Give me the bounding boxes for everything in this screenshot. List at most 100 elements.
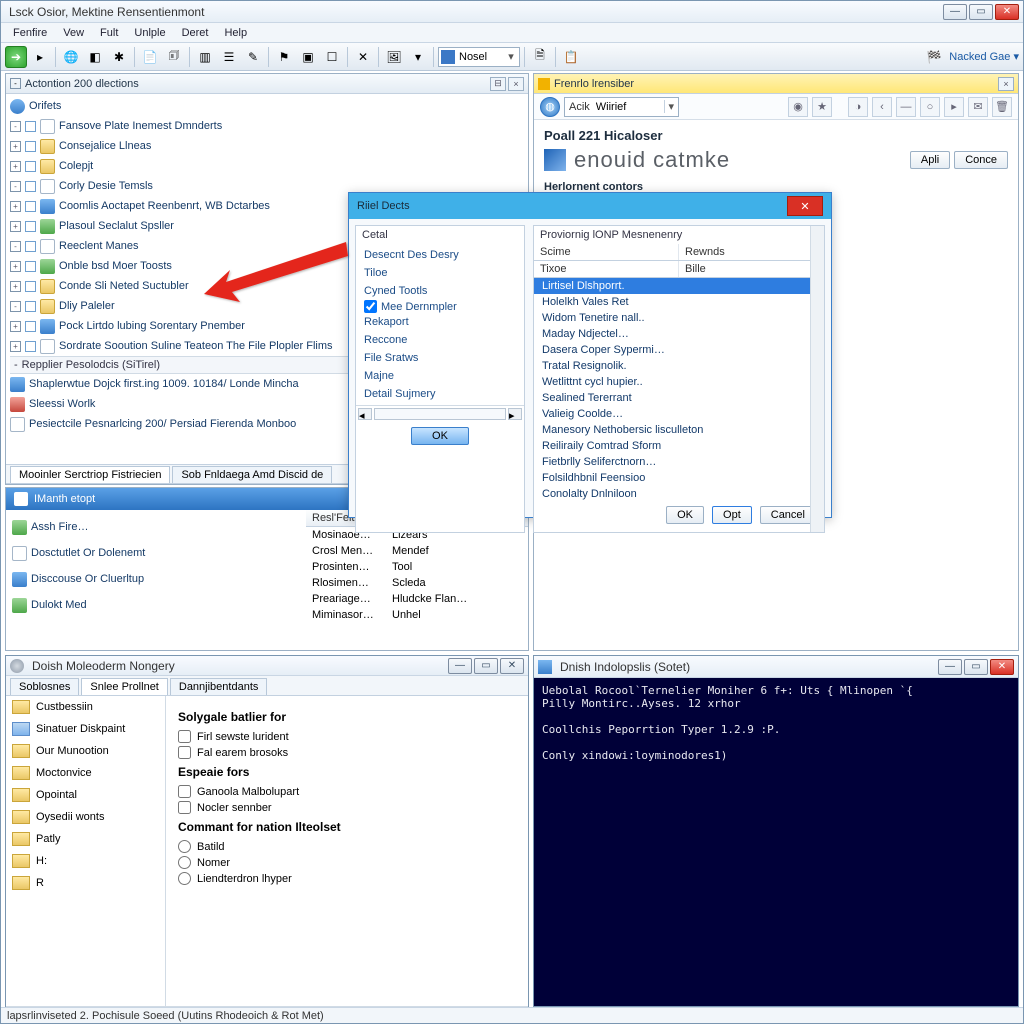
tree-checkbox[interactable]: [25, 281, 36, 292]
right-tool-flag-icon[interactable]: 🏁: [923, 46, 945, 68]
grid-row[interactable]: Preariage… Hludcke Flan…: [306, 591, 528, 607]
check-3[interactable]: Ganoola Malbolupart: [178, 785, 516, 798]
globe-icon[interactable]: ◍: [540, 97, 560, 117]
subwin-min-button[interactable]: —: [448, 658, 472, 674]
tool-icon-6[interactable]: 📄: [139, 46, 161, 68]
modal-left-item[interactable]: Tiloe: [364, 264, 516, 282]
modal-list-item[interactable]: Manesory Nethobersic lisculleton: [534, 422, 824, 438]
terminal[interactable]: Uebolal Rocool`Ternelier Moniher 6 f+: U…: [534, 678, 1018, 768]
check-4[interactable]: Nocler sennber: [178, 801, 516, 814]
tree-checkbox[interactable]: [25, 161, 36, 172]
menu-unple[interactable]: Unlple: [128, 25, 171, 41]
modal-left-item[interactable]: Cyned Tootls: [364, 282, 516, 300]
modal-col-1[interactable]: Scime: [534, 244, 679, 260]
tree-root[interactable]: Orifets: [29, 100, 61, 112]
nav-fwd-icon[interactable]: —: [896, 97, 916, 117]
modal-left-item[interactable]: Desecnt Des Desry: [364, 246, 516, 264]
tree-checkbox[interactable]: [25, 221, 36, 232]
sublist-item[interactable]: Custbessiin: [6, 696, 165, 718]
left-pane-pin-icon[interactable]: ⊟: [490, 77, 506, 91]
console-min-button[interactable]: —: [938, 659, 962, 675]
modal-col-2[interactable]: Rewnds: [679, 244, 824, 260]
tool-go-icon[interactable]: ➔: [5, 46, 27, 68]
nav-mail-icon[interactable]: ✉: [968, 97, 988, 117]
sublist-item[interactable]: Oysedii wonts: [6, 806, 165, 828]
tree-checkbox[interactable]: [25, 121, 36, 132]
tool-icon-2[interactable]: ▸: [29, 46, 51, 68]
radio-1[interactable]: Batild: [178, 840, 516, 853]
tree-expander-icon[interactable]: +: [10, 281, 21, 292]
modal-left-item[interactable]: Detail Sujmery: [364, 385, 516, 403]
tree-expander-icon[interactable]: +: [10, 141, 21, 152]
tree-expander-icon[interactable]: +: [10, 341, 21, 352]
addr-input[interactable]: [594, 101, 664, 113]
right-tab[interactable]: Frenrlo lrensiber: [554, 78, 996, 90]
modal-list-item[interactable]: Maday Ndjectel…: [534, 326, 824, 342]
grid-row[interactable]: Prosinten… Tool: [306, 559, 528, 575]
sub-tab-2[interactable]: Snlee Prollnet: [81, 678, 168, 695]
tree-expander-icon[interactable]: -: [10, 301, 21, 312]
check-1[interactable]: Firl sewste lurident: [178, 730, 516, 743]
modal-left-item[interactable]: Majne: [364, 367, 516, 385]
console-max-button[interactable]: ▭: [964, 659, 988, 675]
main-maximize-button[interactable]: ▭: [969, 4, 993, 20]
modal-list-item[interactable]: Lirtisel Dlshporrt.: [534, 278, 824, 294]
select-dropdown-icon[interactable]: ▾: [505, 50, 517, 63]
sublist-item[interactable]: H:: [6, 850, 165, 872]
tool-icon-8[interactable]: ▥: [194, 46, 216, 68]
grid-row[interactable]: Crosl Men… Mendef: [306, 543, 528, 559]
tree-expander-icon[interactable]: +: [10, 321, 21, 332]
modal-list-item[interactable]: Holelkh Vales Ret: [534, 294, 824, 310]
modal-opt-button[interactable]: Opt: [712, 506, 752, 524]
subwin-close-button[interactable]: ✕: [500, 658, 524, 674]
tree-checkbox[interactable]: [25, 341, 36, 352]
modal-left-check[interactable]: Mee Dernmpler: [364, 300, 516, 313]
tree-checkbox[interactable]: [25, 241, 36, 252]
tool-icon-15[interactable]: 🖼: [383, 46, 405, 68]
tool-icon-12[interactable]: ▣: [297, 46, 319, 68]
tree-checkbox[interactable]: [25, 141, 36, 152]
modal-list-item[interactable]: Tratal Resignolik.: [534, 358, 824, 374]
main-minimize-button[interactable]: —: [943, 4, 967, 20]
modal-close-button[interactable]: ✕: [787, 196, 823, 216]
menu-help[interactable]: Help: [218, 25, 253, 41]
addr-dropdown-icon[interactable]: ▾: [664, 100, 678, 113]
right-tool-label[interactable]: Nacked Gae ▾: [949, 50, 1019, 63]
modal-list[interactable]: Lirtisel Dlshporrt.Holelkh Vales RetWido…: [534, 278, 824, 502]
modal-left-item[interactable]: File Sratws: [364, 349, 516, 367]
tool-icon-13[interactable]: ☐: [321, 46, 343, 68]
subwin-max-button[interactable]: ▭: [474, 658, 498, 674]
tree-checkbox[interactable]: [25, 181, 36, 192]
tool-icon-9[interactable]: ☰: [218, 46, 240, 68]
right-tab-close-icon[interactable]: ×: [998, 77, 1014, 91]
tool-icon-11[interactable]: ⚑: [273, 46, 295, 68]
tree-checkbox[interactable]: [25, 201, 36, 212]
nav-play-icon[interactable]: ▸: [944, 97, 964, 117]
menu-fult[interactable]: Fult: [94, 25, 124, 41]
nav-ref-icon[interactable]: ○: [920, 97, 940, 117]
modal-col-3[interactable]: Tixoe: [534, 261, 679, 277]
modal-list-item[interactable]: Dasera Coper Sypermi…: [534, 342, 824, 358]
tree-expander-icon[interactable]: +: [10, 261, 21, 272]
tree-expander-icon[interactable]: -: [10, 241, 21, 252]
nav-record-icon[interactable]: ◉: [788, 97, 808, 117]
tree-expander-icon[interactable]: +: [10, 161, 21, 172]
menu-fenfire[interactable]: Fenfire: [7, 25, 53, 41]
modal-list-item[interactable]: Folsildhbnil Feensioo: [534, 470, 824, 486]
nav-back-icon[interactable]: ‹: [872, 97, 892, 117]
sublist-item[interactable]: Opointal: [6, 784, 165, 806]
tree-item[interactable]: - Fansove Plate Inemest Dmnderts: [10, 116, 524, 136]
left-pane-tab[interactable]: Actontion 200 dlections: [25, 78, 488, 90]
section2-expander-icon[interactable]: -: [14, 359, 18, 371]
right-btn-apply[interactable]: Apli: [910, 151, 950, 169]
band-item[interactable]: Dulokt Med: [12, 592, 300, 618]
tree-expander-icon[interactable]: -: [10, 181, 21, 192]
sub-tab-1[interactable]: Soblosnes: [10, 678, 79, 695]
tree-checkbox[interactable]: [25, 261, 36, 272]
tree-item[interactable]: + Colepjt: [10, 156, 524, 176]
modal-scrollbar[interactable]: [810, 226, 824, 532]
left-tab-2[interactable]: Sob Fnldaega Amd Discid de: [172, 466, 332, 483]
nav-del-icon[interactable]: 🗑: [992, 97, 1012, 117]
right-btn-cancel[interactable]: Conce: [954, 151, 1008, 169]
left-pane-close-icon[interactable]: ×: [508, 77, 524, 91]
